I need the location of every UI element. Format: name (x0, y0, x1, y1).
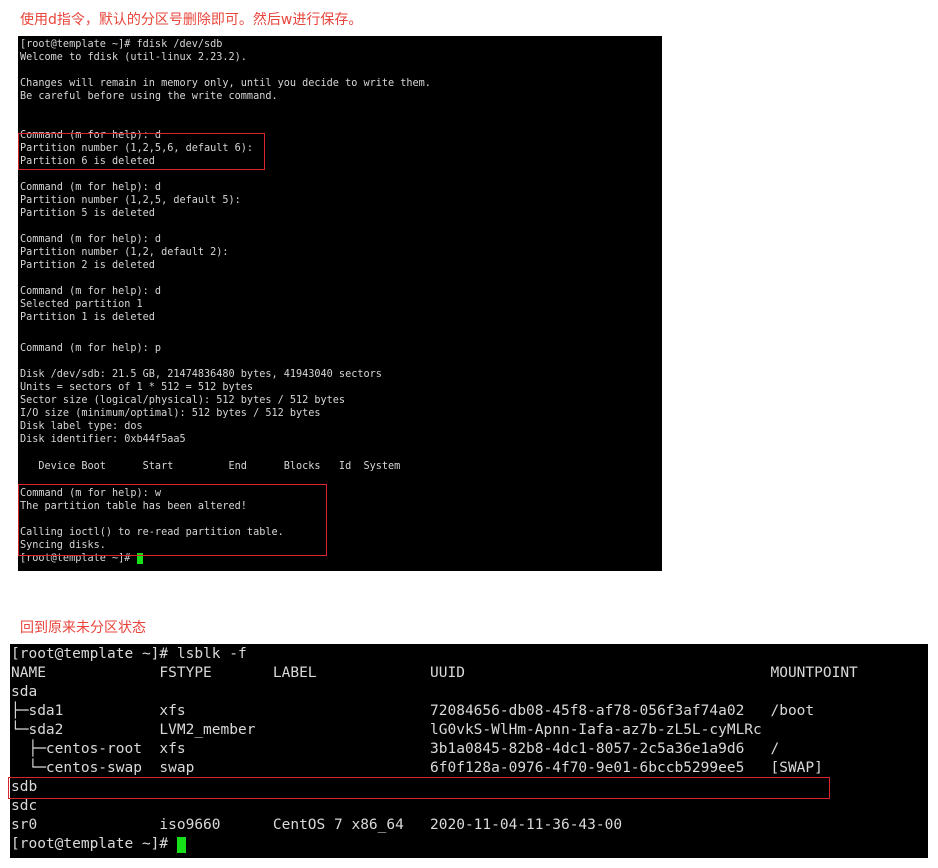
terminal-line: Be careful before using the write comman… (20, 91, 278, 102)
terminal-line: Welcome to fdisk (util-linux 2.23.2). (20, 52, 247, 63)
terminal-line: sr0 iso9660 CentOS 7 x86_64 2020-11-04-1… (11, 817, 623, 833)
terminal-line: Selected partition 1 (20, 299, 143, 310)
caption-unpartitioned-state: 回到原来未分区状态 (20, 620, 146, 636)
terminal-line: [root@template ~]# fdisk /dev/sdb (20, 39, 223, 50)
highlight-box-write-command (18, 484, 327, 556)
text-cursor (176, 837, 186, 853)
terminal-line: ├─sda1 xfs 72084656-db08-45f8-af78-056f3… (11, 703, 815, 719)
terminal-line: Command (m for help): d (20, 234, 162, 245)
terminal-prompt: [root@template ~]# (11, 836, 177, 852)
terminal-line: I/O size (minimum/optimal): 512 bytes / … (20, 408, 321, 419)
terminal-line: Partition number (1,2,5, default 5): (20, 195, 241, 206)
terminal-line: └─sda2 LVM2_member lG0vkS-WlHm-Apnn-Iafa… (11, 722, 762, 738)
terminal-line: sda (11, 684, 38, 700)
highlight-box-sdb-row (8, 777, 830, 799)
terminal-line: NAME FSTYPE LABEL UUID MOUNTPOINT (11, 665, 858, 681)
terminal-line: Changes will remain in memory only, unti… (20, 78, 431, 89)
lsblk-terminal-window: [root@template ~]# lsblk -f NAME FSTYPE … (8, 644, 928, 858)
terminal-line: Command (m for help): d (20, 182, 162, 193)
terminal-line: Partition number (1,2, default 2): (20, 247, 229, 258)
terminal-prompt-line[interactable]: [root@template ~]# (11, 835, 186, 854)
terminal-line: sdc (11, 798, 38, 814)
terminal-line: Sector size (logical/physical): 512 byte… (20, 395, 346, 406)
terminal-line: Partition 5 is deleted (20, 208, 155, 219)
fdisk-terminal-window: [root@template ~]# fdisk /dev/sdb Welcom… (18, 36, 662, 571)
terminal-line: Units = sectors of 1 * 512 = 512 bytes (20, 382, 254, 393)
terminal-line: Command (m for help): p (20, 343, 162, 354)
terminal-line: Command (m for help): d (20, 286, 162, 297)
terminal-line: └─centos-swap swap 6f0f128a-0976-4f70-9e… (11, 760, 823, 776)
terminal-line: [root@template ~]# lsblk -f (11, 646, 247, 662)
terminal-line: Disk /dev/sdb: 21.5 GB, 21474836480 byte… (20, 369, 382, 380)
terminal-line: Disk identifier: 0xb44f5aa5 (20, 434, 186, 445)
terminal-line: Device Boot Start End Blocks Id System (20, 461, 401, 472)
terminal-line: Disk label type: dos (20, 421, 143, 432)
terminal-line: ├─centos-root xfs 3b1a0845-82b8-4dc1-805… (11, 741, 780, 757)
caption-delete-instructions: 使用d指令，默认的分区号删除即可。然后w进行保存。 (20, 12, 363, 28)
terminal-line: Partition 2 is deleted (20, 260, 155, 271)
terminal-line: Partition 1 is deleted (20, 312, 155, 323)
highlight-box-delete-partition-6 (18, 133, 265, 170)
